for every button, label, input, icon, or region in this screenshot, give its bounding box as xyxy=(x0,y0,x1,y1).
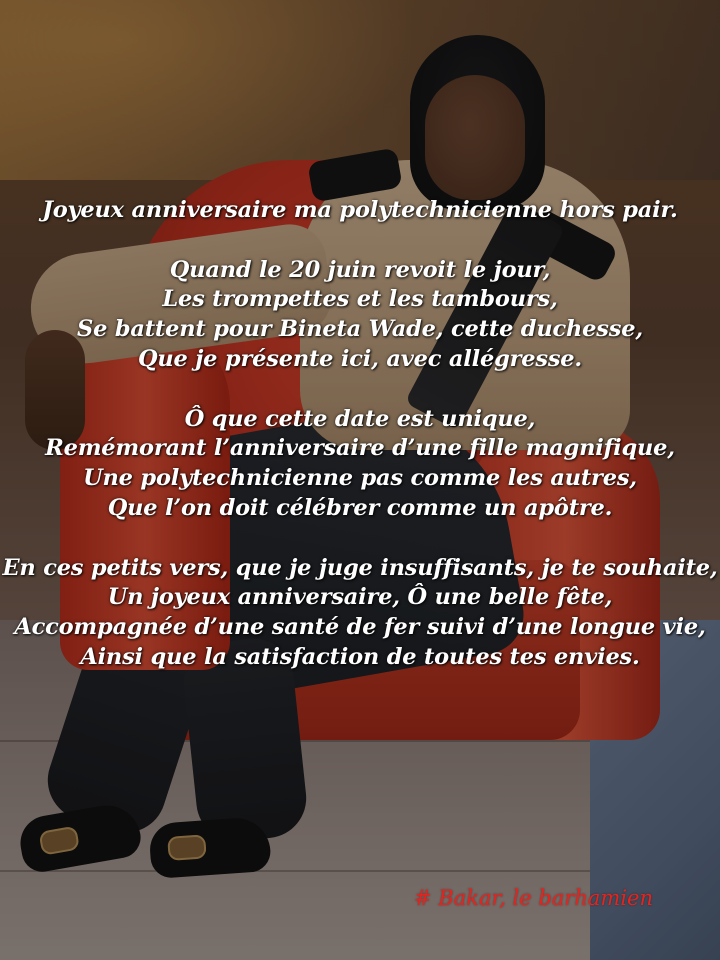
poem-line: Que l’on doit célébrer comme un apôtre. xyxy=(107,494,613,521)
poem-line: Les trompettes et les tambours, xyxy=(162,286,558,313)
poem-line: Remémorant l’anniversaire d’une fille ma… xyxy=(45,435,675,462)
poem-line: En ces petits vers, que je juge insuffis… xyxy=(2,554,718,581)
poem-line: Quand le 20 juin revoit le jour, xyxy=(169,256,551,283)
stanza-gap xyxy=(0,375,720,405)
photo-canvas: Joyeux anniversaire ma polytechnicienne … xyxy=(0,0,720,960)
poem-line: Que je présente ici, avec allégresse. xyxy=(137,345,583,372)
poem-line: Ô que cette date est unique, xyxy=(184,405,536,432)
author-signature: # Bakar, le barhamien xyxy=(414,886,653,910)
poem-line: Se battent pour Bineta Wade, cette duche… xyxy=(77,316,643,343)
poem-line: Ainsi que la satisfaction de toutes tes … xyxy=(80,643,640,670)
birthday-poem: Joyeux anniversaire ma polytechnicienne … xyxy=(0,196,720,673)
stanza-gap xyxy=(0,524,720,554)
poem-title: Joyeux anniversaire ma polytechnicienne … xyxy=(42,197,678,223)
poem-line: Accompagnée d’une santé de fer suivi d’u… xyxy=(14,614,706,641)
poem-line: Un joyeux anniversaire, Ô une belle fête… xyxy=(107,584,613,611)
poem-line: Une polytechnicienne pas comme les autre… xyxy=(83,465,637,492)
stanza-gap xyxy=(0,226,720,256)
